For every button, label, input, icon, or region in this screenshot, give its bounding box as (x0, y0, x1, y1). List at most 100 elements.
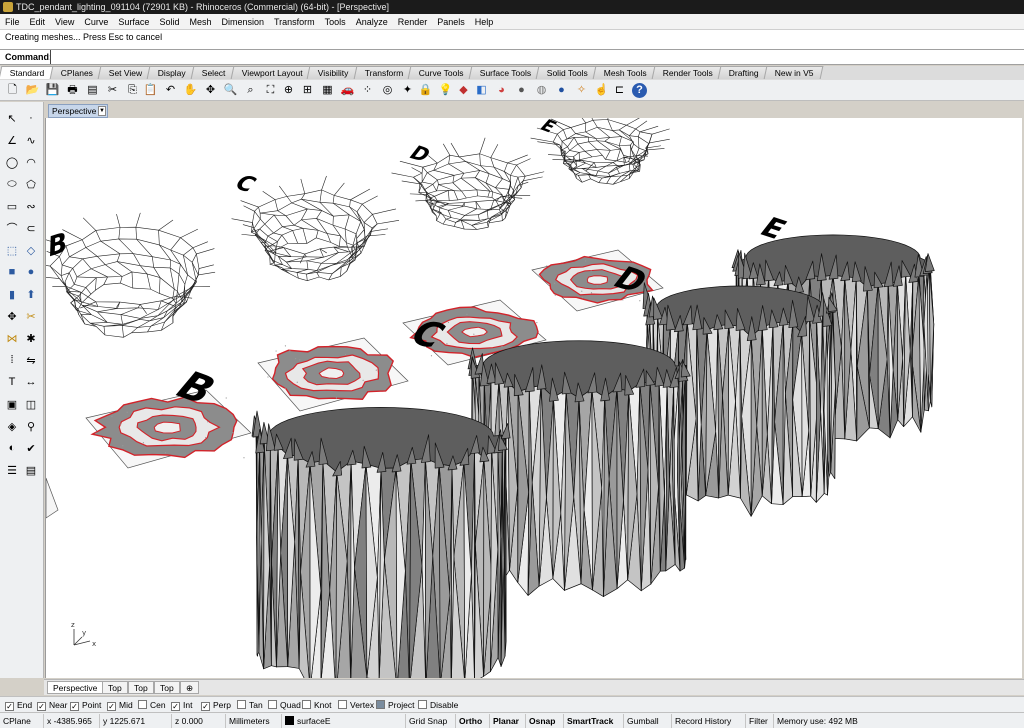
undo-icon[interactable]: ↶ (163, 83, 178, 98)
help-icon[interactable]: ? (632, 83, 647, 98)
cut-icon[interactable]: ✂ (105, 83, 120, 98)
smarttrack-toggle[interactable]: SmartTrack (564, 714, 624, 728)
array-icon[interactable]: ⁞ (4, 352, 20, 368)
properties-icon[interactable]: ◎ (380, 83, 395, 98)
menu-panels[interactable]: Panels (432, 14, 470, 30)
tab-solid-tools[interactable]: Solid Tools (536, 66, 598, 79)
menu-file[interactable]: File (0, 14, 25, 30)
pan-icon[interactable]: ✋ (183, 83, 198, 98)
tab-select[interactable]: Select (190, 66, 235, 79)
snap-icon[interactable]: ⊏ (612, 83, 627, 98)
osnap-checkbox[interactable] (338, 700, 347, 709)
viewport-menu-arrow-icon[interactable]: ▼ (98, 106, 106, 116)
render-material-icon[interactable]: ◧ (474, 83, 489, 98)
zoom-selected-icon[interactable]: ⊕ (281, 83, 296, 98)
print-icon[interactable]: 🖶 (65, 83, 80, 98)
tab-surface-tools[interactable]: Surface Tools (468, 66, 541, 79)
osnap-end[interactable]: ✓ End (5, 699, 32, 711)
tab-transform[interactable]: Transform (353, 66, 413, 79)
polyline-icon[interactable]: ∠ (4, 132, 20, 148)
save-icon[interactable]: 💾 (45, 83, 60, 98)
copy-icon[interactable]: ⎘ (125, 83, 140, 98)
grid-snap-toggle[interactable]: Grid Snap (406, 714, 456, 728)
tab-render-tools[interactable]: Render Tools (651, 66, 723, 79)
osnap-checkbox[interactable]: ✓ (201, 702, 210, 711)
tab-viewport-layout[interactable]: Viewport Layout (230, 66, 312, 79)
explode-icon[interactable]: ✱ (23, 330, 39, 346)
raytrace-icon[interactable]: ✧ (574, 83, 589, 98)
four-viewports-icon[interactable]: ⊞ (300, 83, 315, 98)
polygon-icon[interactable]: ⬠ (23, 176, 39, 192)
menu-view[interactable]: View (50, 14, 79, 30)
status-layer[interactable]: surfaceE (282, 714, 406, 728)
osnap-mid[interactable]: ✓ Mid (107, 699, 133, 711)
select-points-icon[interactable]: ⁘ (360, 83, 375, 98)
rotate-view-icon[interactable]: ✥ (203, 83, 218, 98)
offset-icon[interactable]: ⊂ (23, 220, 39, 236)
ortho-toggle[interactable]: Ortho (456, 714, 490, 728)
menu-analyze[interactable]: Analyze (351, 14, 393, 30)
viewport-tab-top-3[interactable]: Top (154, 681, 180, 694)
import-icon[interactable]: ▤ (85, 83, 100, 98)
cylinder-icon[interactable]: ▮ (4, 286, 20, 302)
ghosted-sphere-icon[interactable]: ◍ (534, 83, 549, 98)
osnap-tan[interactable]: Tan (237, 699, 263, 711)
tab-mesh-tools[interactable]: Mesh Tools (592, 66, 657, 79)
box-icon[interactable]: ■ (4, 264, 20, 280)
command-input[interactable] (50, 50, 1020, 64)
sphere-icon[interactable]: ● (514, 83, 529, 98)
osnap-toggle[interactable]: Osnap (526, 714, 564, 728)
check-icon[interactable]: ✔ (23, 440, 39, 456)
zoom-extents-icon[interactable]: ⛶ (263, 83, 278, 98)
osnap-point[interactable]: ✓ Point (70, 699, 101, 711)
osnap-checkbox[interactable] (268, 700, 277, 709)
menu-transform[interactable]: Transform (269, 14, 320, 30)
menu-render[interactable]: Render (393, 14, 433, 30)
select-arrow-icon[interactable]: ↖ (4, 110, 20, 126)
group-icon[interactable]: ▣ (4, 396, 20, 412)
points-on-icon[interactable]: ✦ (400, 83, 415, 98)
move-icon[interactable]: ✥ (4, 308, 20, 324)
menu-mesh[interactable]: Mesh (184, 14, 216, 30)
tab-display[interactable]: Display (146, 66, 196, 79)
paste-icon[interactable]: 📋 (143, 83, 158, 98)
mesh-icon[interactable]: ◈ (4, 418, 20, 434)
osnap-checkbox[interactable] (138, 700, 147, 709)
mirror-icon[interactable]: ⇋ (23, 352, 39, 368)
trim-icon[interactable]: ✂ (23, 308, 39, 324)
render-sphere-icon[interactable]: ● (554, 83, 569, 98)
menu-surface[interactable]: Surface (113, 14, 154, 30)
osnap-disable[interactable]: Disable (418, 699, 458, 711)
join-icon[interactable]: ⋈ (4, 330, 20, 346)
analyze-icon[interactable]: ⚲ (23, 418, 39, 434)
perspective-viewport[interactable]: BCDEBCDE xyz (45, 118, 1022, 678)
rectangle-icon[interactable]: ▭ (4, 198, 20, 214)
osnap-checkbox[interactable]: ✓ (5, 702, 14, 711)
render-icon[interactable]: ◐ (4, 440, 20, 456)
block-icon[interactable]: ◫ (23, 396, 39, 412)
menu-dimension[interactable]: Dimension (216, 14, 269, 30)
fillet-icon[interactable]: ⌒ (4, 220, 20, 236)
osnap-checkbox[interactable] (302, 700, 311, 709)
tab-standard[interactable]: Standard (0, 66, 54, 79)
gumball-toggle[interactable]: Gumball (624, 714, 672, 728)
curve-icon[interactable]: ∿ (23, 132, 39, 148)
circle-icon[interactable]: ◯ (4, 154, 20, 170)
osnap-knot[interactable]: Knot (302, 699, 332, 711)
osnap-checkbox[interactable] (418, 700, 427, 709)
tab-curve-tools[interactable]: Curve Tools (407, 66, 474, 79)
layers-icon[interactable]: ◆ (456, 83, 471, 98)
light-icon[interactable]: 💡 (438, 83, 453, 98)
menu-tools[interactable]: Tools (320, 14, 351, 30)
menu-curve[interactable]: Curve (79, 14, 113, 30)
osnap-cen[interactable]: Cen (138, 699, 166, 711)
status-cplane[interactable]: CPlane (0, 714, 44, 728)
arc-icon[interactable]: ◠ (23, 154, 39, 170)
viewport-tab-top-2[interactable]: Top (128, 681, 154, 694)
extrude-icon[interactable]: ⬆ (23, 286, 39, 302)
filter-toggle[interactable]: Filter (746, 714, 774, 728)
car-icon[interactable]: 🚗 (340, 83, 355, 98)
add-viewport-tab-icon[interactable]: ⊕ (180, 681, 200, 694)
viewport-tab-perspective[interactable]: Perspective (47, 681, 104, 694)
osnap-project[interactable]: Project (376, 699, 414, 711)
